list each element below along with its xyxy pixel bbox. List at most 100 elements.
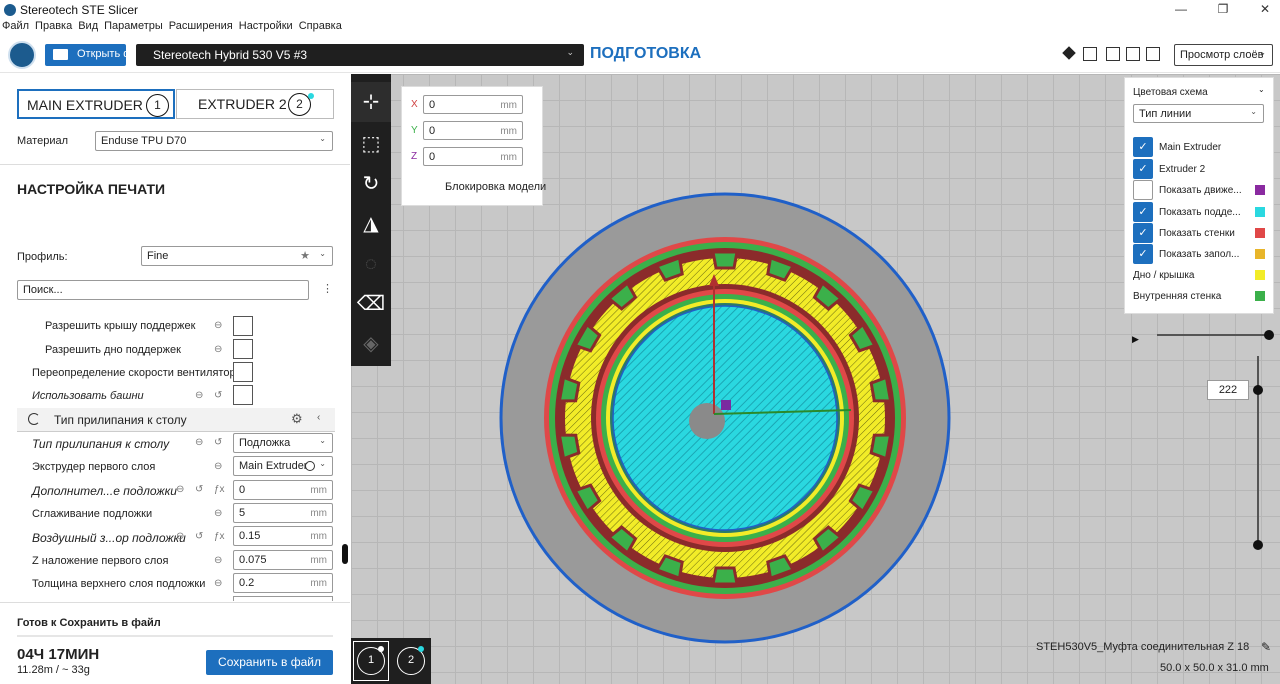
profile-select[interactable]: Fine ★ ⌄ xyxy=(141,246,333,266)
menu-view[interactable]: Вид xyxy=(78,20,98,32)
link-icon: ⊖ xyxy=(176,484,185,495)
raft-margin-input[interactable]: 0 mm xyxy=(233,480,333,500)
main-extruder-tab[interactable]: MAIN EXTRUDER 1 xyxy=(17,89,175,119)
color-scheme-title: Цветовая схема xyxy=(1133,87,1208,98)
next-input-edge xyxy=(233,596,333,601)
z-position-input[interactable]: 0 mm xyxy=(423,147,523,166)
raft-top-layer-thickness-input[interactable]: 0.2 mm xyxy=(233,573,333,593)
y-label: Y xyxy=(411,125,418,136)
support-bottom-checkbox[interactable] xyxy=(233,339,253,359)
material-select[interactable]: Enduse TPU D70 ⌄ xyxy=(95,131,333,151)
checkbox-checked-icon[interactable]: ✓ xyxy=(1133,159,1153,179)
menu-parameters[interactable]: Параметры xyxy=(104,20,163,32)
support-roof-checkbox[interactable] xyxy=(233,316,253,336)
reset-icon[interactable]: ↺ xyxy=(214,437,222,448)
move-panel: X 0 mm Y 0 mm Z 0 mm Блокировка модели xyxy=(401,86,546,206)
menu-settings[interactable]: Настройки xyxy=(239,20,293,32)
top-view-icon[interactable] xyxy=(1106,47,1120,61)
reset-icon[interactable]: ↺ xyxy=(195,531,203,542)
maximize-button[interactable]: ❐ xyxy=(1208,2,1238,16)
layers-tool-icon[interactable]: ◈ xyxy=(351,324,391,364)
extruder-2-dot xyxy=(418,646,424,652)
menu-extensions[interactable]: Расширения xyxy=(169,20,233,32)
menu-help[interactable]: Справка xyxy=(299,20,342,32)
y-position-input[interactable]: 0 mm xyxy=(423,121,523,140)
model-dimensions: 50.0 x 50.0 x 31.0 mm xyxy=(1160,662,1269,674)
checkbox-checked-icon[interactable]: ✓ xyxy=(1133,137,1153,157)
mirror-tool-icon[interactable]: ◮ xyxy=(351,204,391,244)
layer-progress-track[interactable] xyxy=(1157,334,1269,336)
link-icon: ⊖ xyxy=(195,437,204,448)
play-icon[interactable]: ▶ xyxy=(1132,334,1139,344)
lock-model-label[interactable]: Блокировка модели xyxy=(445,181,546,193)
front-view-icon[interactable] xyxy=(1083,47,1097,61)
save-to-file-button[interactable]: Сохранить в файл xyxy=(206,650,333,675)
settings-search-input[interactable]: Поиск... xyxy=(17,280,309,300)
checkbox-unchecked-icon[interactable] xyxy=(1133,180,1153,200)
color-swatch xyxy=(1255,185,1265,195)
print-time: 04Ч 17МИН xyxy=(17,646,100,663)
fan-speed-override-checkbox[interactable] xyxy=(233,362,253,382)
settings-scrollbar[interactable] xyxy=(342,544,348,564)
use-towers-checkbox[interactable] xyxy=(233,385,253,405)
adhesion-section-header[interactable]: Тип прилипания к столу ⚙ ‹ xyxy=(17,408,335,432)
per-model-settings-icon[interactable]: ◌ xyxy=(351,244,391,284)
transform-toolbar: ⊹ ⬚ ↻ ◮ ◌ ⌫ ◈ xyxy=(351,74,391,366)
edit-icon[interactable]: ✎ xyxy=(1261,640,1271,654)
chevron-down-icon[interactable]: ⌄ xyxy=(1258,85,1265,94)
layer-progress-handle[interactable] xyxy=(1264,330,1274,340)
layer-slider-top-handle[interactable] xyxy=(1253,385,1263,395)
reset-icon[interactable]: ↺ xyxy=(195,484,203,495)
3d-view-icon[interactable] xyxy=(1062,46,1076,60)
tooth-pocket xyxy=(557,433,581,461)
rotate-tool-icon[interactable]: ↻ xyxy=(351,164,391,204)
x-label: X xyxy=(411,99,418,110)
chevron-down-icon: ⌄ xyxy=(319,249,326,258)
reset-icon[interactable]: ↺ xyxy=(214,390,222,401)
scale-tool-icon[interactable]: ⬚ xyxy=(351,124,391,164)
link-icon: ⊖ xyxy=(176,531,185,542)
link-icon: ⊖ xyxy=(214,320,223,331)
setting-label: Тип прилипания к столу xyxy=(32,437,170,451)
function-icon[interactable]: ƒx xyxy=(214,484,225,495)
layer-view-selector[interactable]: Просмотр слоёв ⌄ xyxy=(1174,44,1273,66)
status-text: Готов к Сохранить в файл xyxy=(17,617,161,629)
raft-smoothing-input[interactable]: 5 mm xyxy=(233,503,333,523)
model-name: STEH530V5_Муфта соединительная Z 18 xyxy=(1036,641,1250,653)
adhesion-type-select[interactable]: Подложка ⌄ xyxy=(233,433,333,453)
settings-menu-icon[interactable]: ⋮ xyxy=(322,282,333,295)
support-blocker-icon[interactable]: ⌫ xyxy=(351,284,391,324)
first-layer-z-overlap-input[interactable]: 0.075 mm xyxy=(233,550,333,570)
open-file-button[interactable]: Открыть фа xyxy=(45,44,126,66)
function-icon[interactable]: ƒx xyxy=(214,531,225,542)
star-icon[interactable]: ★ xyxy=(300,249,310,262)
layer-slider-bottom-handle[interactable] xyxy=(1253,540,1263,550)
extruder-2-tab[interactable]: EXTRUDER 2 2 xyxy=(176,89,334,119)
first-layer-extruder-select[interactable]: Main Extruder ⌄ xyxy=(233,456,333,476)
z-axis-handle[interactable] xyxy=(721,400,731,410)
checkbox-checked-icon[interactable]: ✓ xyxy=(1133,244,1153,264)
menu-edit[interactable]: Правка xyxy=(35,20,72,32)
printer-selector[interactable]: Stereotech Hybrid 530 V5 #3 ⌄ xyxy=(136,44,584,66)
layer-number-input[interactable]: 222 xyxy=(1207,380,1249,400)
right-view-icon[interactable] xyxy=(1146,47,1160,61)
checkbox-checked-icon[interactable]: ✓ xyxy=(1133,223,1153,243)
minimize-button[interactable]: — xyxy=(1166,2,1196,16)
menu-file[interactable]: Файл xyxy=(2,20,29,32)
color-swatch xyxy=(1255,228,1265,238)
gear-icon[interactable]: ⚙ xyxy=(291,411,303,427)
close-button[interactable]: ✕ xyxy=(1250,2,1280,16)
window-title: Stereotech STE Slicer xyxy=(20,3,139,17)
color-scheme-select[interactable]: Тип линии ⌄ xyxy=(1133,104,1264,123)
stage-title[interactable]: ПОДГОТОВКА xyxy=(590,45,701,63)
left-view-icon[interactable] xyxy=(1126,47,1140,61)
move-tool-icon[interactable]: ⊹ xyxy=(351,82,391,122)
color-swatch xyxy=(1255,270,1265,280)
link-icon: ⊖ xyxy=(214,344,223,355)
menu-bar: Файл Правка Вид Параметры Расширения Настройк… xyxy=(0,20,1280,36)
raft-air-gap-input[interactable]: 0.15 mm xyxy=(233,526,333,546)
collapse-icon[interactable]: ‹ xyxy=(317,412,320,423)
checkbox-checked-icon[interactable]: ✓ xyxy=(1133,202,1153,222)
setting-label: Z наложение первого слоя xyxy=(32,555,169,567)
x-position-input[interactable]: 0 mm xyxy=(423,95,523,114)
